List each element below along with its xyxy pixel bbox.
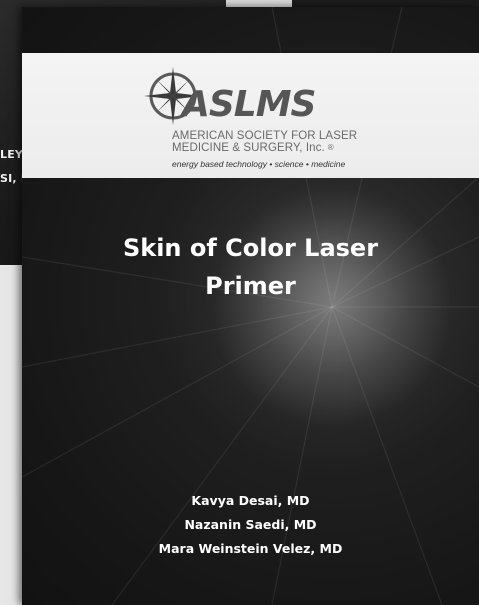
logo-tagline: energy based technology • science • medi… bbox=[172, 159, 346, 169]
organization-name: AMERICAN SOCIETY FOR LASER MEDICINE & SU… bbox=[172, 130, 357, 154]
author-name: Mara Weinstein Velez, MD bbox=[158, 541, 343, 556]
book-cover[interactable]: ASLMS AMERICAN SOCIETY FOR LASER MEDICIN… bbox=[22, 7, 479, 605]
book-title-line-1: Skin of Color Laser bbox=[122, 234, 379, 262]
book-title-line-2: Primer bbox=[205, 272, 296, 300]
author-list: Kavya Desai, MD Nazanin Saedi, MD Mara W… bbox=[22, 489, 479, 561]
background-book-edge bbox=[292, 0, 479, 7]
background-gap bbox=[226, 0, 292, 7]
aslms-wordmark: ASLMS bbox=[182, 84, 316, 125]
author-name: Kavya Desai, MD bbox=[191, 493, 310, 508]
book-title: Skin of Color Laser Primer bbox=[22, 229, 479, 305]
organization-name-line-1: AMERICAN SOCIETY FOR LASER bbox=[172, 130, 358, 142]
author-name: Nazanin Saedi, MD bbox=[184, 517, 317, 532]
organization-name-line-2: MEDICINE & SURGERY, Inc. bbox=[172, 142, 325, 154]
registered-mark: ® bbox=[327, 143, 334, 152]
logo-banner: ASLMS AMERICAN SOCIETY FOR LASER MEDICIN… bbox=[22, 53, 479, 178]
